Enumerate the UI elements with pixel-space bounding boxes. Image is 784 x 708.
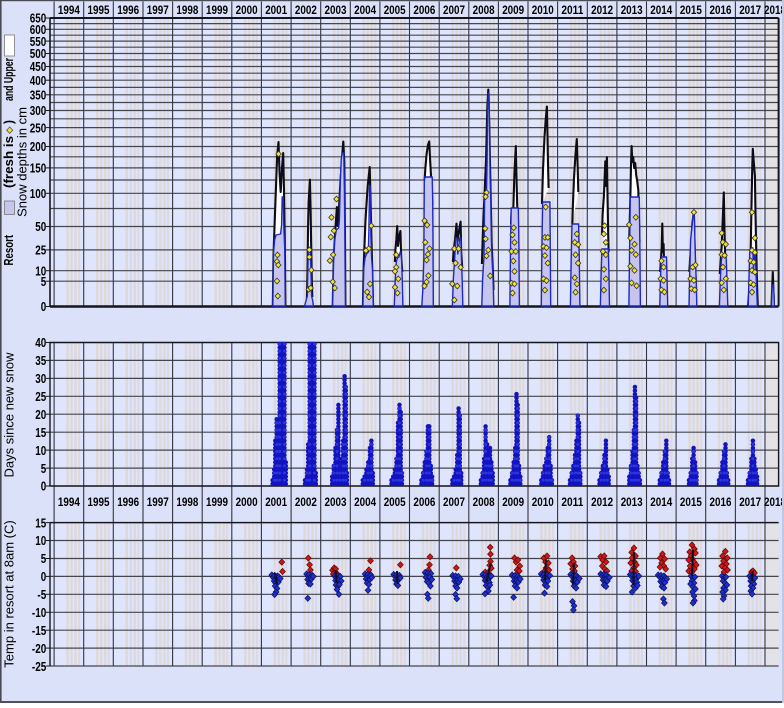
svg-text:1997: 1997 (147, 5, 169, 17)
svg-text:2005: 2005 (384, 497, 407, 509)
svg-text:2012: 2012 (591, 5, 613, 17)
svg-text:2017: 2017 (739, 5, 761, 17)
svg-text:50: 50 (35, 219, 46, 234)
svg-text:20: 20 (35, 407, 46, 422)
svg-text:40: 40 (35, 335, 46, 350)
svg-text:250: 250 (30, 120, 47, 135)
svg-text:-5: -5 (37, 587, 46, 602)
svg-text:1995: 1995 (88, 497, 111, 509)
svg-text:2011: 2011 (561, 497, 584, 509)
svg-text:2015: 2015 (680, 497, 703, 509)
svg-text:15: 15 (35, 515, 46, 530)
svg-text:2016: 2016 (710, 497, 732, 509)
svg-text:1997: 1997 (147, 497, 169, 509)
svg-text:Resort: Resort (1, 234, 16, 265)
svg-text:2017: 2017 (739, 497, 761, 509)
svg-text:5: 5 (41, 551, 47, 566)
svg-text:2005: 2005 (384, 5, 407, 17)
svg-text:-15: -15 (32, 623, 46, 638)
svg-text:650: 650 (30, 11, 47, 26)
svg-text:2003: 2003 (325, 5, 347, 17)
svg-text:1996: 1996 (117, 5, 139, 17)
svg-text:1998: 1998 (176, 5, 199, 17)
svg-text:2013: 2013 (621, 5, 643, 17)
svg-text:1995: 1995 (88, 5, 111, 17)
svg-text:35: 35 (35, 353, 46, 368)
svg-text:300: 300 (30, 103, 47, 118)
svg-text:2003: 2003 (325, 497, 347, 509)
svg-text:2015: 2015 (680, 5, 703, 17)
svg-text:2004: 2004 (354, 497, 377, 509)
svg-text:Days since new snow: Days since new snow (2, 352, 17, 478)
svg-text:150: 150 (30, 161, 47, 176)
svg-text:2009: 2009 (502, 5, 524, 17)
svg-text:0: 0 (41, 299, 47, 314)
svg-text:1999: 1999 (206, 5, 228, 17)
svg-text:2001: 2001 (265, 497, 288, 509)
svg-text:2016: 2016 (710, 5, 732, 17)
svg-text:350: 350 (30, 88, 47, 103)
svg-text:2008: 2008 (473, 5, 496, 17)
svg-text:Temp in resort at 8am (C): Temp in resort at 8am (C) (2, 520, 17, 667)
svg-text:2007: 2007 (443, 5, 465, 17)
svg-text:2000: 2000 (236, 497, 258, 509)
svg-text:and Upper: and Upper (1, 58, 16, 101)
svg-text:1999: 1999 (206, 497, 228, 509)
svg-text:2004: 2004 (354, 5, 377, 17)
svg-text:Snow depths in cm: Snow depths in cm (15, 107, 30, 217)
svg-text:450: 450 (30, 59, 47, 74)
svg-text:200: 200 (30, 139, 47, 154)
svg-text:1998: 1998 (176, 497, 199, 509)
svg-text:25: 25 (35, 243, 46, 258)
svg-text:2007: 2007 (443, 497, 465, 509)
svg-text:400: 400 (30, 73, 47, 88)
svg-text:-25: -25 (32, 659, 46, 674)
svg-text:2011: 2011 (561, 5, 584, 17)
svg-text:-20: -20 (32, 641, 46, 656)
svg-text:5: 5 (41, 461, 47, 476)
svg-text:2002: 2002 (295, 497, 317, 509)
svg-text:25: 25 (35, 389, 46, 404)
svg-text:2014: 2014 (650, 5, 673, 17)
svg-text:2012: 2012 (591, 497, 613, 509)
svg-text:0: 0 (41, 479, 47, 494)
svg-text:1994: 1994 (58, 497, 81, 509)
svg-text:100: 100 (30, 186, 47, 201)
svg-text:1996: 1996 (117, 497, 139, 509)
svg-text:10: 10 (35, 443, 46, 458)
svg-text:2006: 2006 (413, 497, 435, 509)
svg-text:2002: 2002 (295, 5, 317, 17)
svg-text:2010: 2010 (532, 5, 554, 17)
svg-text:2018: 2018 (764, 5, 784, 17)
svg-text:15: 15 (35, 425, 46, 440)
svg-text:2018: 2018 (764, 497, 784, 509)
svg-text:10: 10 (35, 263, 46, 278)
svg-text:2008: 2008 (473, 497, 496, 509)
svg-text:2001: 2001 (265, 5, 288, 17)
svg-text:0: 0 (41, 569, 47, 584)
svg-text:-10: -10 (32, 605, 46, 620)
svg-text:2009: 2009 (502, 497, 524, 509)
svg-text:30: 30 (35, 371, 46, 386)
svg-text:2010: 2010 (532, 497, 554, 509)
svg-text:10: 10 (35, 533, 46, 548)
svg-text:1994: 1994 (58, 5, 81, 17)
svg-text:2013: 2013 (621, 497, 643, 509)
svg-text:2000: 2000 (236, 5, 258, 17)
svg-text:2006: 2006 (413, 5, 435, 17)
svg-text:2014: 2014 (650, 497, 673, 509)
